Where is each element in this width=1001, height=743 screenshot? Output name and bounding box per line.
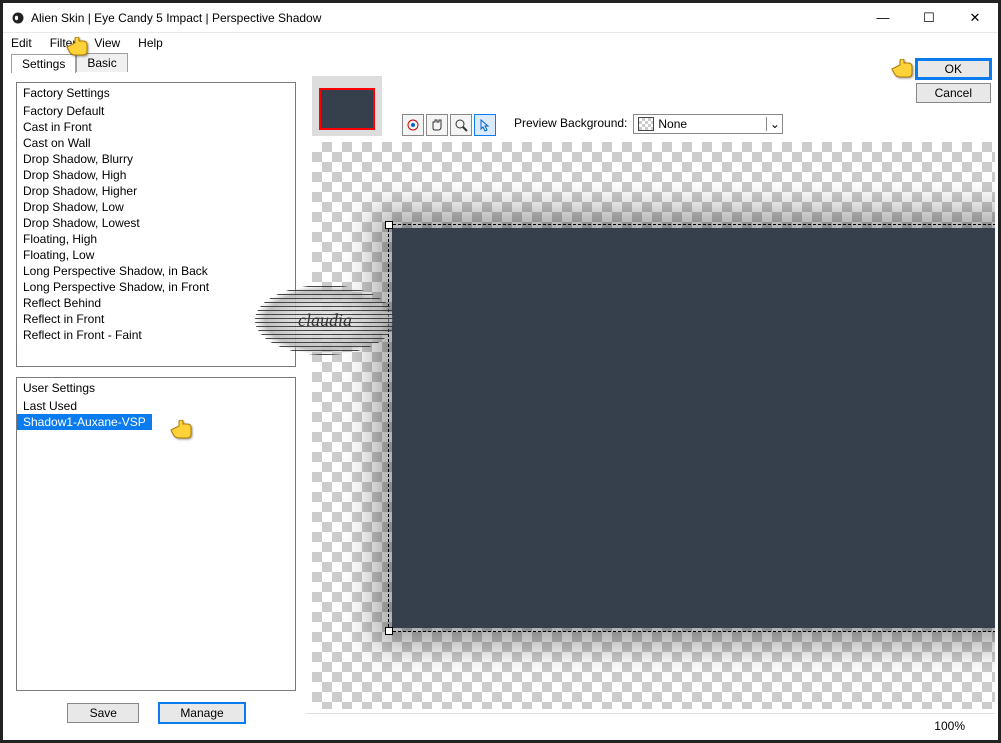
ok-button[interactable]: OK bbox=[916, 59, 991, 79]
settings-button-row: Save Manage bbox=[16, 701, 296, 731]
tool-buttons bbox=[402, 114, 496, 136]
preview-canvas[interactable] bbox=[312, 142, 995, 709]
cancel-button[interactable]: Cancel bbox=[916, 83, 991, 103]
preview-background-label: Preview Background: bbox=[514, 116, 627, 130]
watermark: claudia bbox=[255, 285, 395, 355]
status-bar: 100% bbox=[306, 713, 995, 737]
preview-background-select[interactable]: None ⌄ bbox=[633, 114, 783, 134]
list-item[interactable]: Cast on Wall bbox=[17, 135, 295, 151]
tab-row: Settings Basic bbox=[3, 53, 998, 73]
list-item[interactable]: Drop Shadow, High bbox=[17, 167, 295, 183]
user-settings-header: User Settings bbox=[17, 378, 295, 398]
list-item[interactable]: Long Perspective Shadow, in Front bbox=[17, 279, 295, 295]
tool-zoom-icon[interactable] bbox=[450, 114, 472, 136]
save-button[interactable]: Save bbox=[67, 703, 139, 723]
menu-help[interactable]: Help bbox=[138, 36, 163, 50]
list-item[interactable]: Cast in Front bbox=[17, 119, 295, 135]
chevron-down-icon: ⌄ bbox=[766, 117, 782, 131]
maximize-button[interactable]: ☐ bbox=[906, 3, 952, 32]
minimize-button[interactable]: — bbox=[860, 3, 906, 32]
dialog-buttons: OK Cancel bbox=[916, 59, 991, 103]
preview-panel: OK Cancel Preview Background: None ⌄ bbox=[306, 76, 995, 737]
tab-settings[interactable]: Settings bbox=[11, 54, 76, 73]
window-titlebar: Alien Skin | Eye Candy 5 Impact | Perspe… bbox=[3, 3, 998, 33]
list-item[interactable]: Reflect in Front bbox=[17, 311, 295, 327]
list-item[interactable]: Reflect in Front - Faint bbox=[17, 327, 295, 343]
window-controls: — ☐ ✕ bbox=[860, 3, 998, 32]
factory-settings-list[interactable]: Factory Settings Factory Default Cast in… bbox=[16, 82, 296, 367]
thumbnail-selected[interactable] bbox=[319, 88, 375, 130]
list-item[interactable]: Drop Shadow, Lowest bbox=[17, 215, 295, 231]
list-item[interactable]: Last Used bbox=[17, 398, 295, 414]
tool-target-icon[interactable] bbox=[402, 114, 424, 136]
selection-handle[interactable] bbox=[385, 221, 393, 229]
tool-hand-icon[interactable] bbox=[426, 114, 448, 136]
menubar: Edit Filter View Help bbox=[3, 33, 998, 53]
manage-button[interactable]: Manage bbox=[159, 703, 244, 723]
preview-toolbar: Preview Background: None ⌄ bbox=[306, 76, 995, 142]
list-item[interactable]: Floating, Low bbox=[17, 247, 295, 263]
close-button[interactable]: ✕ bbox=[952, 3, 998, 32]
app-icon bbox=[11, 11, 25, 25]
list-item-selected[interactable]: Shadow1-Auxane-VSP bbox=[17, 414, 152, 430]
menu-filter[interactable]: Filter bbox=[50, 36, 77, 50]
list-item[interactable]: Drop Shadow, Low bbox=[17, 199, 295, 215]
tab-basic[interactable]: Basic bbox=[76, 53, 127, 72]
selection-handle[interactable] bbox=[385, 627, 393, 635]
menu-view[interactable]: View bbox=[94, 36, 120, 50]
factory-settings-header: Factory Settings bbox=[17, 83, 295, 103]
list-item[interactable]: Reflect Behind bbox=[17, 295, 295, 311]
selection-marquee[interactable] bbox=[388, 224, 995, 632]
zoom-level: 100% bbox=[934, 719, 965, 733]
list-item[interactable]: Drop Shadow, Higher bbox=[17, 183, 295, 199]
checker-swatch-icon bbox=[638, 117, 654, 131]
settings-panel: Factory Settings Factory Default Cast in… bbox=[6, 76, 306, 737]
tool-pointer-icon[interactable] bbox=[474, 114, 496, 136]
preview-area[interactable] bbox=[312, 142, 995, 709]
thumbnail-strip bbox=[312, 76, 382, 136]
list-item[interactable]: Floating, High bbox=[17, 231, 295, 247]
list-item[interactable]: Long Perspective Shadow, in Back bbox=[17, 263, 295, 279]
preview-background-value: None bbox=[658, 117, 766, 131]
menu-edit[interactable]: Edit bbox=[11, 36, 32, 50]
window-title: Alien Skin | Eye Candy 5 Impact | Perspe… bbox=[31, 11, 860, 25]
list-item[interactable]: Factory Default bbox=[17, 103, 295, 119]
user-settings-list[interactable]: User Settings Last Used Shadow1-Auxane-V… bbox=[16, 377, 296, 691]
list-item[interactable]: Drop Shadow, Blurry bbox=[17, 151, 295, 167]
